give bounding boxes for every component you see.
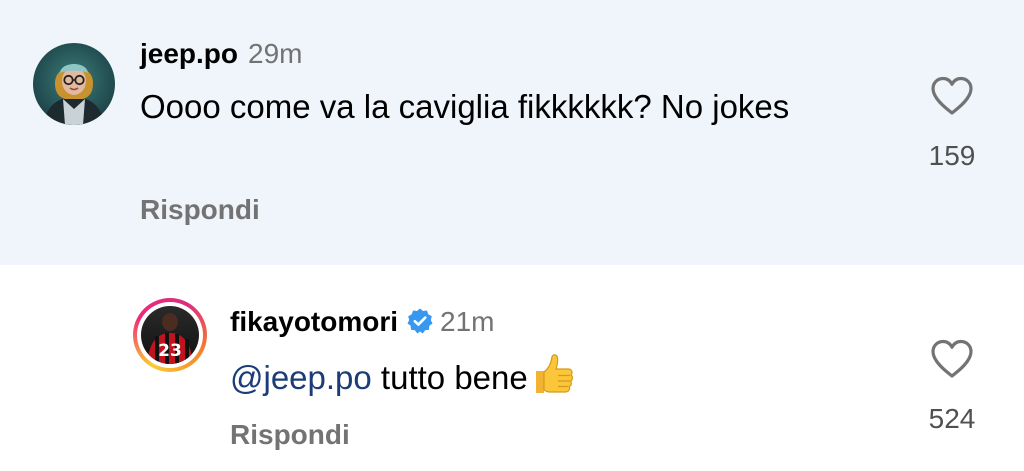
reply-button[interactable]: Rispondi [140,194,260,226]
comment-text: Oooo come va la caviglia fikkkkkk? No jo… [140,88,790,125]
comment-text: @jeep.po tutto bene [230,351,830,402]
avatar[interactable] [33,43,115,125]
comment-body: tutto bene [371,359,528,396]
timestamp: 29m [248,38,303,69]
heart-outline-icon[interactable] [930,339,974,379]
comment-fikayotomori: 23 fikayotomori 21m @jeep.po tutto bene … [0,265,1024,471]
avatar-image: 23 [141,306,199,364]
username[interactable]: jeep.po [140,38,238,70]
comment-jeep-po: jeep.po 29m Oooo come va la caviglia fik… [0,0,1024,265]
like-count: 524 [928,403,976,434]
mention-link[interactable]: @jeep.po [230,359,372,396]
like-count: 159 [928,140,976,171]
comments-thread: jeep.po 29m Oooo come va la caviglia fik… [0,0,1024,471]
svg-text:23: 23 [158,341,182,361]
thumbs-up-emoji-icon [530,351,576,397]
comment-header: fikayotomori 21m [230,303,495,338]
timestamp: 21m [440,306,495,337]
comment-header: jeep.po 29m [140,38,302,70]
reply-button[interactable]: Rispondi [230,419,350,451]
avatar-image [33,43,115,125]
avatar[interactable]: 23 [141,306,199,364]
heart-outline-icon[interactable] [930,76,974,116]
verified-badge-icon [406,307,434,335]
username[interactable]: fikayotomori [230,306,398,338]
